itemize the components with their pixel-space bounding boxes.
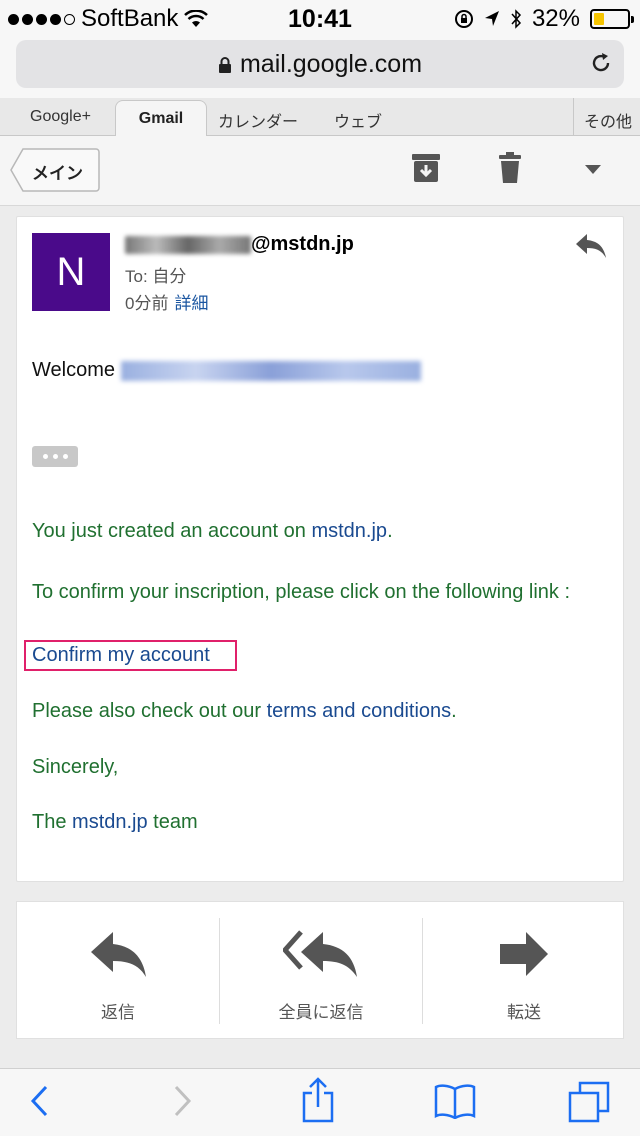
reply-label: 返信 bbox=[101, 1003, 135, 1022]
browser-address-area: mail.google.com bbox=[0, 36, 640, 98]
back-icon[interactable] bbox=[28, 1081, 52, 1121]
tab-gmail[interactable]: Gmail bbox=[115, 100, 207, 137]
bookmarks-icon[interactable] bbox=[434, 1083, 476, 1119]
forward-icon[interactable] bbox=[170, 1081, 194, 1121]
tab-calendar[interactable]: カレンダー bbox=[218, 108, 298, 132]
reply-button[interactable]: 返信 bbox=[17, 902, 219, 1040]
tab-google-plus[interactable]: Google+ bbox=[30, 108, 91, 126]
reply-all-label: 全員に返信 bbox=[278, 1003, 364, 1022]
forward-arrow-icon bbox=[500, 932, 548, 976]
browser-bottom-toolbar bbox=[0, 1068, 640, 1136]
back-label: メイン bbox=[32, 164, 83, 183]
battery-percent: 32% bbox=[531, 5, 580, 32]
forward-button[interactable]: 転送 bbox=[423, 902, 625, 1040]
redacted-sender-name bbox=[125, 235, 251, 254]
sender-domain: @mstdn.jp bbox=[251, 233, 354, 255]
terms-text: Please also check out our terms and cond… bbox=[32, 700, 457, 723]
location-icon bbox=[484, 11, 499, 26]
reply-icon[interactable] bbox=[575, 233, 607, 259]
rotation-lock-icon bbox=[454, 10, 473, 28]
line5-prefix: The bbox=[32, 811, 73, 833]
line3-suffix: . bbox=[451, 700, 457, 722]
url-text: mail.google.com bbox=[239, 50, 423, 78]
more-options-icon[interactable] bbox=[584, 164, 602, 176]
forward-label: 転送 bbox=[507, 1003, 541, 1022]
share-icon[interactable] bbox=[300, 1077, 336, 1125]
timestamp-line: 0分前 詳細 bbox=[125, 289, 208, 314]
timestamp: 0分前 bbox=[125, 294, 169, 313]
lock-icon bbox=[218, 57, 231, 73]
confirm-account-link[interactable]: Confirm my account bbox=[32, 644, 210, 667]
google-apps-tabs: Google+ Gmail カレンダー ウェブ その他 bbox=[0, 98, 640, 137]
confirm-instruction-text: To confirm your inscription, please clic… bbox=[32, 581, 571, 603]
sender-address: @mstdn.jp bbox=[125, 233, 354, 256]
mstdn-link-1[interactable]: mstdn.jp bbox=[311, 520, 387, 542]
show-trimmed-content-button[interactable] bbox=[32, 446, 78, 467]
recipient-line: To: 自分 bbox=[125, 267, 187, 286]
mstdn-link-2[interactable]: mstdn.jp bbox=[72, 811, 148, 833]
email-card: N @mstdn.jp To: 自分 0分前 詳細 Welcome You jus… bbox=[16, 216, 624, 882]
line5-suffix: team bbox=[147, 811, 198, 833]
terms-link[interactable]: terms and conditions bbox=[267, 700, 452, 722]
back-to-inbox-button[interactable]: メイン bbox=[10, 148, 100, 192]
team-signature: The mstdn.jp team bbox=[32, 811, 198, 834]
mail-toolbar: メイン bbox=[0, 136, 640, 206]
welcome-line: Welcome bbox=[32, 359, 421, 382]
sender-avatar: N bbox=[32, 233, 110, 311]
battery-icon bbox=[590, 9, 634, 29]
sign-off-text: Sincerely, bbox=[32, 756, 119, 778]
reply-actions: 返信 全員に返信 転送 bbox=[16, 901, 624, 1039]
details-link[interactable]: 詳細 bbox=[174, 294, 208, 313]
delete-icon[interactable] bbox=[498, 152, 522, 184]
reply-all-button[interactable]: 全員に返信 bbox=[220, 902, 422, 1040]
line1-prefix: You just created an account on bbox=[32, 520, 312, 542]
archive-icon[interactable] bbox=[411, 152, 441, 184]
address-bar[interactable]: mail.google.com bbox=[16, 40, 624, 88]
tab-web[interactable]: ウェブ bbox=[334, 108, 382, 132]
account-created-text: You just created an account on mstdn.jp. bbox=[32, 520, 393, 543]
tab-more[interactable]: その他 bbox=[572, 98, 640, 136]
line1-suffix: . bbox=[387, 520, 393, 542]
status-indicators: 32% bbox=[454, 5, 634, 33]
status-bar: SoftBank 10:41 32% bbox=[0, 0, 640, 36]
welcome-text: Welcome bbox=[32, 359, 115, 381]
line3-prefix: Please also check out our bbox=[32, 700, 267, 722]
bluetooth-icon bbox=[511, 9, 521, 29]
tabs-icon[interactable] bbox=[568, 1081, 610, 1123]
reply-all-icon bbox=[283, 930, 357, 977]
reload-icon[interactable] bbox=[588, 50, 614, 76]
redacted-recipient-email bbox=[121, 360, 421, 381]
reply-arrow-icon bbox=[91, 932, 146, 977]
